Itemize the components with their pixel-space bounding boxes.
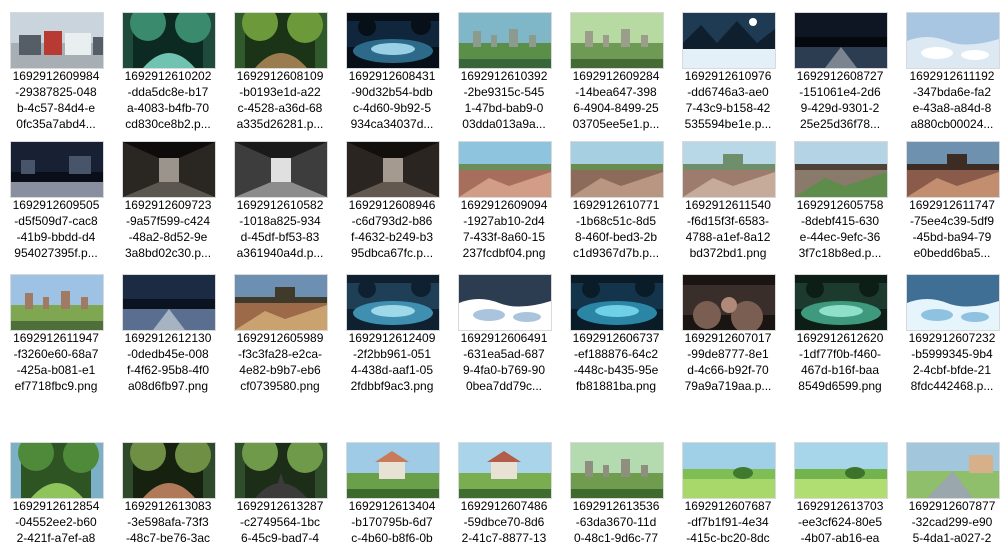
file-name[interactable]: 1692912611747 -75ee4c39-5df9 -45bd-ba94-…	[902, 197, 1000, 261]
file-thumbnail[interactable]	[234, 442, 328, 499]
file-name[interactable]: 1692912607687 -df7b1f91-4e34 -415c-bc20-…	[678, 498, 778, 546]
file-thumbnail[interactable]	[10, 274, 104, 331]
file-thumbnail[interactable]	[458, 12, 552, 69]
file-name[interactable]: 1692912607877 -32cad299-e90 5-4da1-a027-…	[902, 498, 1000, 546]
file-name[interactable]: 1692912611947 -f3260e60-68a7 -425a-b081-…	[6, 330, 106, 394]
file-thumbnail[interactable]	[234, 12, 328, 69]
file-name[interactable]: 1692912609723 -9a57f599-c424 -48a2-8d52-…	[118, 197, 218, 261]
file-name[interactable]: 1692912609284 -14bea647-398 6-4904-8499-…	[566, 68, 666, 132]
file-thumbnail[interactable]	[794, 442, 888, 499]
file-thumbnail[interactable]	[570, 442, 664, 499]
file-thumbnail[interactable]	[122, 141, 216, 198]
file-thumbnail[interactable]	[10, 12, 104, 69]
file-thumbnail[interactable]	[682, 442, 776, 499]
file-name[interactable]: 1692912610771 -1b68c51c-8d5 8-460f-bed3-…	[566, 197, 666, 261]
file-thumbnail[interactable]	[10, 141, 104, 198]
file-name[interactable]: 1692912609505 -d5f509d7-cac8 -41b9-bbdd-…	[6, 197, 106, 261]
file-thumbnail[interactable]	[794, 12, 888, 69]
file-name[interactable]: 1692912610976 -dd6746a3-ae0 7-43c9-b158-…	[678, 68, 778, 132]
file-name[interactable]: 1692912613536 -63da3670-11d 0-48c1-9d6c-…	[566, 498, 666, 546]
file-thumbnail[interactable]	[458, 442, 552, 499]
file-name[interactable]: 1692912611540 -f6d15f3f-6583- 4788-a1ef-…	[678, 197, 778, 261]
file-name[interactable]: 1692912613287 -c2749564-1bc 6-45c9-bad7-…	[230, 498, 330, 546]
file-name[interactable]: 1692912607486 -59dbce70-8d6 2-41c7-8877-…	[454, 498, 554, 546]
file-name[interactable]: 1692912613404 -b170795b-6d7 c-4b60-b8f6-…	[342, 498, 442, 546]
file-name[interactable]: 1692912608109 -b0193e1d-a22 c-4528-a36d-…	[230, 68, 330, 132]
file-name[interactable]: 1692912612620 -1df77f0b-f460- 467d-b16f-…	[790, 330, 890, 394]
file-name[interactable]: 1692912608946 -c6d793d2-b86 f-4632-b249-…	[342, 197, 442, 261]
file-thumbnail[interactable]	[346, 12, 440, 69]
file-name[interactable]: 1692912611192 -347bda6e-fa2 e-43a8-a84d-…	[902, 68, 1000, 132]
file-thumbnail[interactable]	[122, 274, 216, 331]
file-name[interactable]: 1692912610392 -2be9315c-545 1-47bd-bab9-…	[454, 68, 554, 132]
file-thumbnail[interactable]	[458, 141, 552, 198]
file-thumbnail[interactable]	[122, 12, 216, 69]
file-thumbnail[interactable]	[794, 274, 888, 331]
file-thumbnail[interactable]	[346, 141, 440, 198]
file-thumbnail[interactable]	[346, 442, 440, 499]
file-thumbnail[interactable]	[234, 274, 328, 331]
file-thumbnail[interactable]	[570, 274, 664, 331]
file-name[interactable]: 1692912612130 -0dedb45e-008 f-4f62-95b8-…	[118, 330, 218, 394]
file-name[interactable]: 1692912606737 -ef188876-64c2 -448c-b435-…	[566, 330, 666, 394]
file-thumbnail[interactable]	[10, 442, 104, 499]
file-name[interactable]: 1692912608727 -151061e4-2d6 9-429d-9301-…	[790, 68, 890, 132]
file-thumbnail[interactable]	[458, 274, 552, 331]
file-thumbnail[interactable]	[234, 141, 328, 198]
file-thumbnail[interactable]	[794, 141, 888, 198]
file-thumbnail[interactable]	[682, 274, 776, 331]
file-name[interactable]: 1692912612854 -04552ee2-b60 2-421f-a7ef-…	[6, 498, 106, 546]
file-thumbnail[interactable]	[570, 12, 664, 69]
file-name[interactable]: 1692912605989 -f3c3fa28-e2ca- 4e82-b9b7-…	[230, 330, 330, 394]
file-name[interactable]: 1692912607017 -99de8777-8e1 d-4c66-b92f-…	[678, 330, 778, 394]
file-name[interactable]: 1692912612409 -2f2bb961-051 4-438d-aaf1-…	[342, 330, 442, 394]
file-thumbnail[interactable]	[906, 274, 1000, 331]
file-name[interactable]: 1692912609094 -1927ab10-2d4 7-433f-8a60-…	[454, 197, 554, 261]
file-thumbnail[interactable]	[906, 442, 1000, 499]
file-thumbnail[interactable]	[570, 141, 664, 198]
file-thumbnail[interactable]	[346, 274, 440, 331]
file-thumbnail[interactable]	[682, 12, 776, 69]
file-name[interactable]: 1692912605758 -8debf415-630 e-44ec-9efc-…	[790, 197, 890, 261]
file-name[interactable]: 1692912606491 -631ea5ad-687 9-4fa0-b769-…	[454, 330, 554, 394]
file-name[interactable]: 1692912607232 -b5999345-9b4 2-4cbf-bfde-…	[902, 330, 1000, 394]
file-name[interactable]: 1692912609984 -29387825-048 b-4c57-84d4-…	[6, 68, 106, 132]
file-name[interactable]: 1692912613083 -3e598afa-73f3 -48c7-be76-…	[118, 498, 218, 546]
file-name[interactable]: 1692912608431 -90d32b54-bdb c-4d60-9b92-…	[342, 68, 442, 132]
file-thumbnail[interactable]	[682, 141, 776, 198]
file-thumbnail[interactable]	[122, 442, 216, 499]
file-name[interactable]: 1692912613703 -ee3cf624-80e5 -4b07-ab16-…	[790, 498, 890, 546]
file-thumbnail[interactable]	[906, 12, 1000, 69]
file-grid: 1692912609984 -29387825-048 b-4c57-84d4-…	[0, 0, 1000, 552]
file-name[interactable]: 1692912610582 -1018a825-934 d-45df-bf53-…	[230, 197, 330, 261]
file-name[interactable]: 1692912610202 -dda5dc8e-b17 a-4083-b4fb-…	[118, 68, 218, 132]
file-thumbnail[interactable]	[906, 141, 1000, 198]
